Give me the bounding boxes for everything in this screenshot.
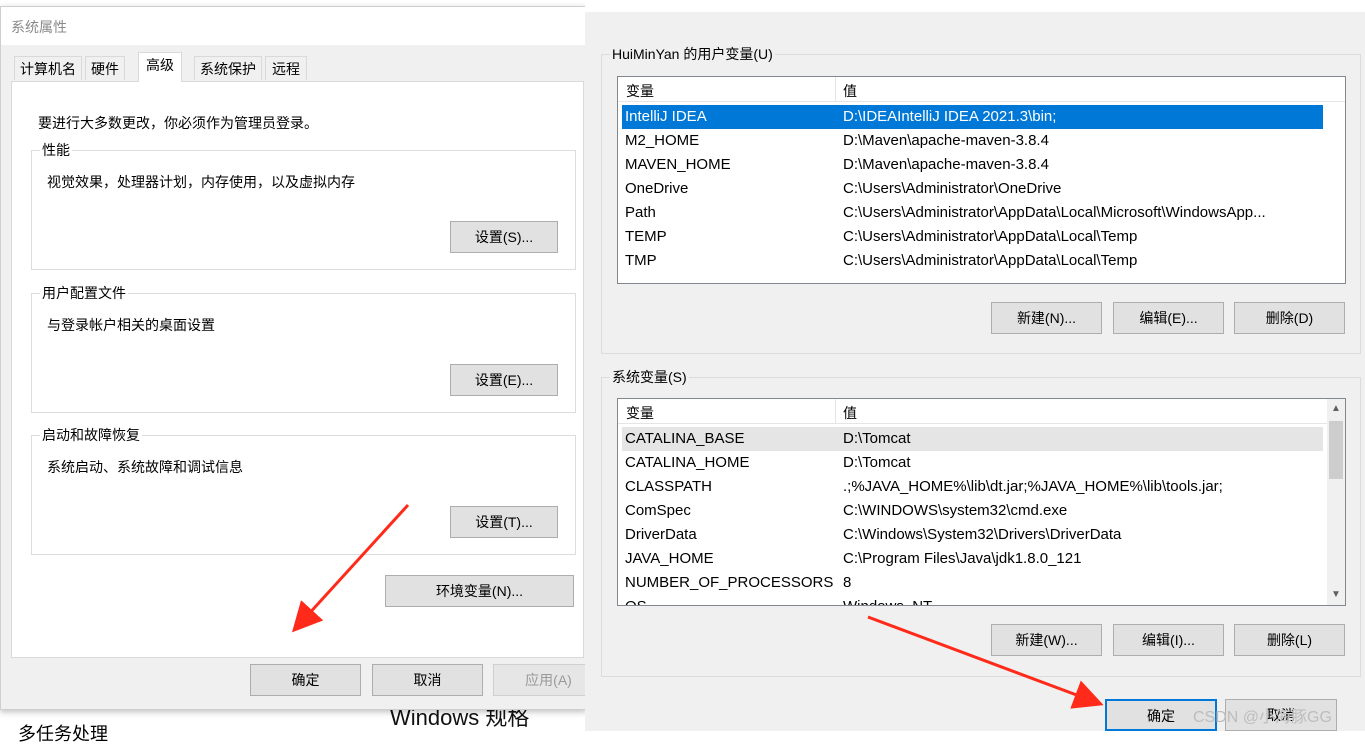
user-new-button[interactable]: 新建(N)...	[991, 302, 1102, 334]
column-divider[interactable]	[835, 77, 836, 101]
user-profiles-desc: 与登录帐户相关的桌面设置	[47, 317, 215, 333]
scroll-down-icon[interactable]: ▼	[1327, 587, 1345, 603]
tab-advanced[interactable]: 高级	[138, 52, 182, 82]
variable-name: JAVA_HOME	[625, 550, 714, 567]
tab-computer-name[interactable]: 计算机名	[14, 56, 82, 80]
variable-value: C:\Users\Administrator\OneDrive	[843, 180, 1062, 197]
system-variables-title: 系统变量(S)	[610, 367, 689, 387]
variable-name: MAVEN_HOME	[625, 156, 731, 173]
user-variable-row[interactable]: M2_HOME D:\Maven\apache-maven-3.8.4	[622, 129, 1323, 153]
variable-value: D:\Tomcat	[843, 454, 911, 471]
user-variable-row[interactable]: Path C:\Users\Administrator\AppData\Loca…	[622, 201, 1323, 225]
variable-name: Path	[625, 204, 656, 221]
system-variable-row[interactable]: OS Windows_NT	[622, 595, 1323, 605]
variable-value: C:\Users\Administrator\AppData\Local\Tem…	[843, 252, 1138, 269]
column-value[interactable]: 值	[843, 81, 857, 101]
cancel-button[interactable]: 取消	[372, 664, 483, 696]
system-variable-row[interactable]: NUMBER_OF_PROCESSORS 8	[622, 571, 1323, 595]
user-profiles-settings-button[interactable]: 设置(E)...	[450, 364, 558, 396]
user-delete-button[interactable]: 删除(D)	[1234, 302, 1345, 334]
system-variables-list[interactable]: 变量 值 CATALINA_BASE D:\Tomcat CATALINA_HO…	[617, 398, 1346, 606]
admin-note: 要进行大多数更改，你必须作为管理员登录。	[38, 115, 318, 131]
variable-value: .;%JAVA_HOME%\lib\dt.jar;%JAVA_HOME%\lib…	[843, 478, 1223, 495]
background-text: 多任务处理	[18, 724, 108, 744]
variable-name: CATALINA_HOME	[625, 454, 750, 471]
user-profiles-title: 用户配置文件	[40, 283, 128, 303]
tab-hardware[interactable]: 硬件	[85, 56, 125, 80]
environment-variables-button[interactable]: 环境变量(N)...	[385, 575, 574, 607]
performance-title: 性能	[40, 140, 72, 160]
user-variable-row[interactable]: IntelliJ IDEA D:\IDEAIntelliJ IDEA 2021.…	[622, 105, 1323, 129]
list-header: 变量 值	[618, 77, 1345, 102]
user-variable-row[interactable]: TMP C:\Users\Administrator\AppData\Local…	[622, 249, 1323, 273]
title-bar	[1, 7, 586, 45]
variable-name: CLASSPATH	[625, 478, 712, 495]
startup-recovery-desc: 系统启动、系统故障和调试信息	[47, 459, 243, 475]
variable-name: DriverData	[625, 526, 697, 543]
user-edit-button[interactable]: 编辑(E)...	[1113, 302, 1224, 334]
title-bar	[585, 0, 1365, 12]
column-value[interactable]: 值	[843, 403, 857, 423]
user-variable-row[interactable]: TEMP C:\Users\Administrator\AppData\Loca…	[622, 225, 1323, 249]
variable-value: D:\Maven\apache-maven-3.8.4	[843, 156, 1049, 173]
startup-recovery-title: 启动和故障恢复	[40, 425, 142, 445]
variable-name: M2_HOME	[625, 132, 700, 149]
user-variable-row[interactable]: OneDrive C:\Users\Administrator\OneDrive	[622, 177, 1323, 201]
system-variable-row[interactable]: CATALINA_HOME D:\Tomcat	[622, 451, 1323, 475]
variable-value: C:\Program Files\Java\jdk1.8.0_121	[843, 550, 1082, 567]
vertical-scrollbar[interactable]: ▲ ▼	[1327, 399, 1345, 605]
variable-name: OneDrive	[625, 180, 689, 197]
user-variables-title: HuiMinYan 的用户变量(U)	[610, 44, 775, 64]
user-variables-list[interactable]: 变量 值 IntelliJ IDEA D:\IDEAIntelliJ IDEA …	[617, 76, 1346, 284]
column-variable[interactable]: 变量	[626, 403, 654, 423]
variable-name: TMP	[625, 252, 657, 269]
system-variable-row[interactable]: DriverData C:\Windows\System32\Drivers\D…	[622, 523, 1323, 547]
variable-value: C:\Windows\System32\Drivers\DriverData	[843, 526, 1122, 543]
list-header: 变量 值	[618, 399, 1329, 424]
variable-value: C:\Users\Administrator\AppData\Local\Mic…	[843, 204, 1266, 221]
tab-system-protection[interactable]: 系统保护	[194, 56, 262, 80]
system-new-button[interactable]: 新建(W)...	[991, 624, 1102, 656]
startup-recovery-group: 启动和故障恢复 系统启动、系统故障和调试信息 设置(T)...	[31, 425, 576, 555]
user-variable-row[interactable]: MAVEN_HOME D:\Maven\apache-maven-3.8.4	[622, 153, 1323, 177]
ok-button[interactable]: 确定	[250, 664, 361, 696]
system-edit-button[interactable]: 编辑(I)...	[1113, 624, 1224, 656]
variable-value: D:\Tomcat	[843, 430, 911, 447]
system-variable-row[interactable]: ComSpec C:\WINDOWS\system32\cmd.exe	[622, 499, 1323, 523]
system-properties-dialog: 系统属性 计算机名 硬件 高级 系统保护 远程 要进行大多数更改，你必须作为管理…	[0, 6, 604, 710]
performance-desc: 视觉效果，处理器计划，内存使用，以及虚拟内存	[47, 174, 355, 190]
performance-group: 性能 视觉效果，处理器计划，内存使用，以及虚拟内存 设置(S)...	[31, 140, 576, 270]
system-delete-button[interactable]: 删除(L)	[1234, 624, 1345, 656]
system-variable-row[interactable]: CATALINA_BASE D:\Tomcat	[622, 427, 1323, 451]
variable-name: ComSpec	[625, 502, 691, 519]
variable-value: D:\Maven\apache-maven-3.8.4	[843, 132, 1049, 149]
user-profiles-group: 用户配置文件 与登录帐户相关的桌面设置 设置(E)...	[31, 283, 576, 413]
system-variable-row[interactable]: CLASSPATH .;%JAVA_HOME%\lib\dt.jar;%JAVA…	[622, 475, 1323, 499]
column-divider[interactable]	[835, 399, 836, 423]
variable-value: D:\IDEAIntelliJ IDEA 2021.3\bin;	[843, 108, 1057, 125]
variable-name: OS	[625, 595, 647, 605]
watermark: CSDN @小海豚GG	[1193, 709, 1332, 726]
tab-remote[interactable]: 远程	[265, 56, 307, 80]
variable-value: C:\Users\Administrator\AppData\Local\Tem…	[843, 228, 1138, 245]
system-variable-row[interactable]: JAVA_HOME C:\Program Files\Java\jdk1.8.0…	[622, 547, 1323, 571]
column-variable[interactable]: 变量	[626, 81, 654, 101]
variable-name: IntelliJ IDEA	[625, 108, 707, 125]
performance-settings-button[interactable]: 设置(S)...	[450, 221, 558, 253]
scroll-up-icon[interactable]: ▲	[1327, 401, 1345, 417]
variable-name: TEMP	[625, 228, 667, 245]
variable-value: 8	[843, 574, 852, 591]
dialog-title: 系统属性	[11, 19, 67, 35]
variable-name: NUMBER_OF_PROCESSORS	[625, 574, 834, 591]
variable-name: CATALINA_BASE	[625, 430, 745, 447]
variable-value: C:\WINDOWS\system32\cmd.exe	[843, 502, 1068, 519]
scrollbar-thumb[interactable]	[1329, 421, 1343, 479]
variable-value: Windows_NT	[843, 595, 932, 605]
startup-recovery-settings-button[interactable]: 设置(T)...	[450, 506, 558, 538]
environment-variables-dialog: HuiMinYan 的用户变量(U) 变量 值 IntelliJ IDEA D:…	[585, 0, 1365, 731]
